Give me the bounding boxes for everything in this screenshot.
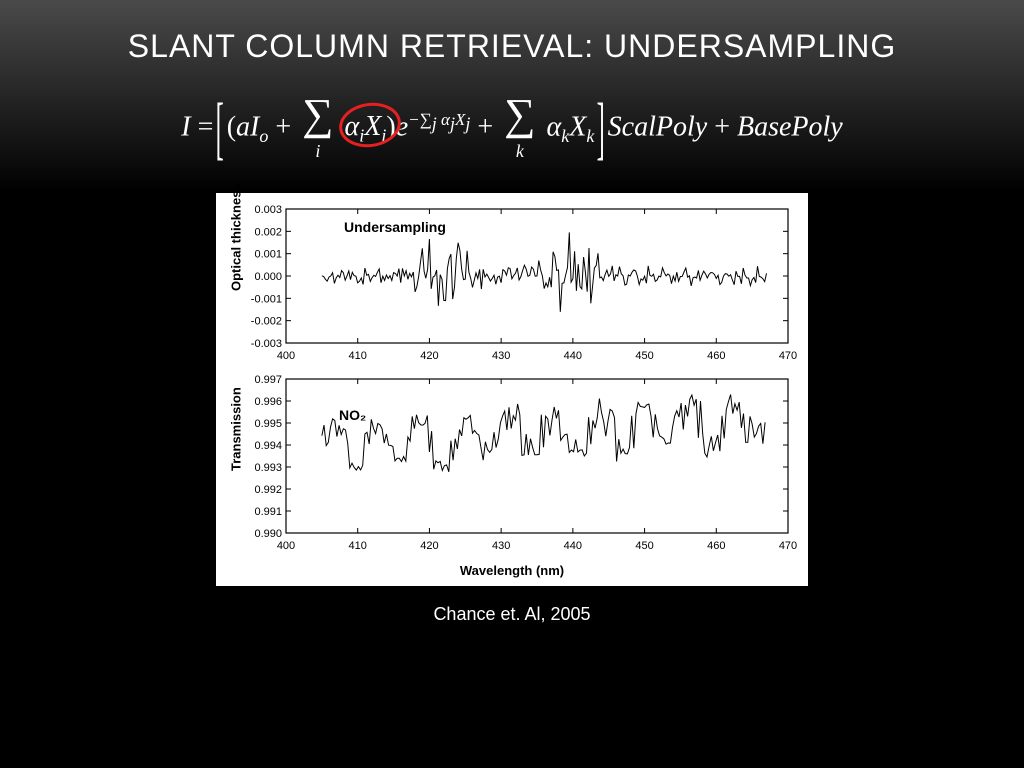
svg-text:0.995: 0.995 bbox=[254, 418, 282, 430]
svg-text:0.001: 0.001 bbox=[254, 249, 282, 261]
chart-title-1: Undersampling bbox=[344, 219, 446, 235]
svg-text:400: 400 bbox=[277, 350, 295, 362]
svg-text:440: 440 bbox=[564, 350, 582, 362]
x-axis-label: Wavelength (nm) bbox=[224, 561, 800, 582]
svg-text:0.994: 0.994 bbox=[254, 440, 282, 452]
svg-text:470: 470 bbox=[779, 540, 797, 552]
svg-text:0.997: 0.997 bbox=[254, 374, 282, 386]
svg-text:-0.002: -0.002 bbox=[251, 316, 282, 328]
svg-text:450: 450 bbox=[635, 350, 653, 362]
svg-text:0.003: 0.003 bbox=[254, 204, 282, 216]
main-equation: I = [ (aIo + ∑i αiXi)e−∑j αjXj + ∑k αkXk… bbox=[0, 65, 1024, 183]
svg-text:430: 430 bbox=[492, 540, 510, 552]
svg-text:460: 460 bbox=[707, 540, 725, 552]
svg-text:0.000: 0.000 bbox=[254, 271, 282, 283]
svg-text:430: 430 bbox=[492, 350, 510, 362]
svg-text:0.996: 0.996 bbox=[254, 396, 282, 408]
svg-text:0.002: 0.002 bbox=[254, 226, 282, 238]
chart-undersampling: Optical thickness Undersampling -0.003-0… bbox=[224, 201, 800, 371]
svg-text:470: 470 bbox=[779, 350, 797, 362]
svg-text:0.993: 0.993 bbox=[254, 462, 282, 474]
svg-text:0.992: 0.992 bbox=[254, 484, 282, 496]
svg-text:-0.001: -0.001 bbox=[251, 293, 282, 305]
slide-title: SLANT COLUMN RETRIEVAL: UNDERSAMPLING bbox=[0, 0, 1024, 65]
highlighted-term: αiXi bbox=[345, 111, 387, 147]
chart-title-2: NO₂ bbox=[339, 407, 366, 423]
svg-text:420: 420 bbox=[420, 540, 438, 552]
svg-text:440: 440 bbox=[564, 540, 582, 552]
svg-text:410: 410 bbox=[349, 350, 367, 362]
svg-text:0.991: 0.991 bbox=[254, 506, 282, 518]
svg-text:0.990: 0.990 bbox=[254, 528, 282, 540]
svg-text:420: 420 bbox=[420, 350, 438, 362]
charts-container: Optical thickness Undersampling -0.003-0… bbox=[216, 193, 808, 586]
svg-text:450: 450 bbox=[635, 540, 653, 552]
citation: Chance et. Al, 2005 bbox=[0, 586, 1024, 625]
svg-text:-0.003: -0.003 bbox=[251, 338, 282, 350]
svg-text:460: 460 bbox=[707, 350, 725, 362]
chart-no2: Transmission NO₂ 0.9900.9910.9920.9930.9… bbox=[224, 371, 800, 582]
svg-text:400: 400 bbox=[277, 540, 295, 552]
svg-text:410: 410 bbox=[349, 540, 367, 552]
